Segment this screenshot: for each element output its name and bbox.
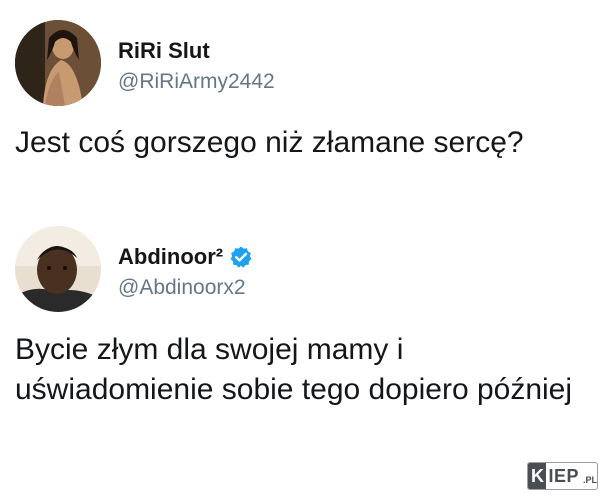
display-name[interactable]: Abdinoor² bbox=[118, 244, 223, 270]
watermark-text: IEP bbox=[548, 465, 579, 486]
avatar[interactable] bbox=[15, 226, 101, 312]
verified-badge-icon bbox=[229, 245, 253, 269]
user-handle[interactable]: @RiRiArmy2442 bbox=[118, 70, 275, 94]
display-name[interactable]: RiRi Slut bbox=[118, 38, 210, 64]
author-line: Abdinoor² bbox=[118, 244, 253, 270]
avatar[interactable] bbox=[15, 20, 101, 106]
user-photo-icon bbox=[15, 20, 101, 106]
tweet-text: Jest coś gorszego niż złamane sercę? bbox=[15, 126, 524, 159]
user-photo-icon bbox=[15, 226, 101, 312]
author-line: RiRi Slut bbox=[118, 38, 210, 64]
watermark-letter-k: K bbox=[528, 463, 547, 489]
watermark-suffix: .PL bbox=[582, 475, 597, 485]
tweet-text: Bycie złym dla swojej mamy i uświadomien… bbox=[15, 333, 573, 406]
kiep-watermark-logo: K IEP .PL bbox=[527, 462, 598, 490]
user-handle[interactable]: @Abdinoorx2 bbox=[118, 276, 246, 300]
